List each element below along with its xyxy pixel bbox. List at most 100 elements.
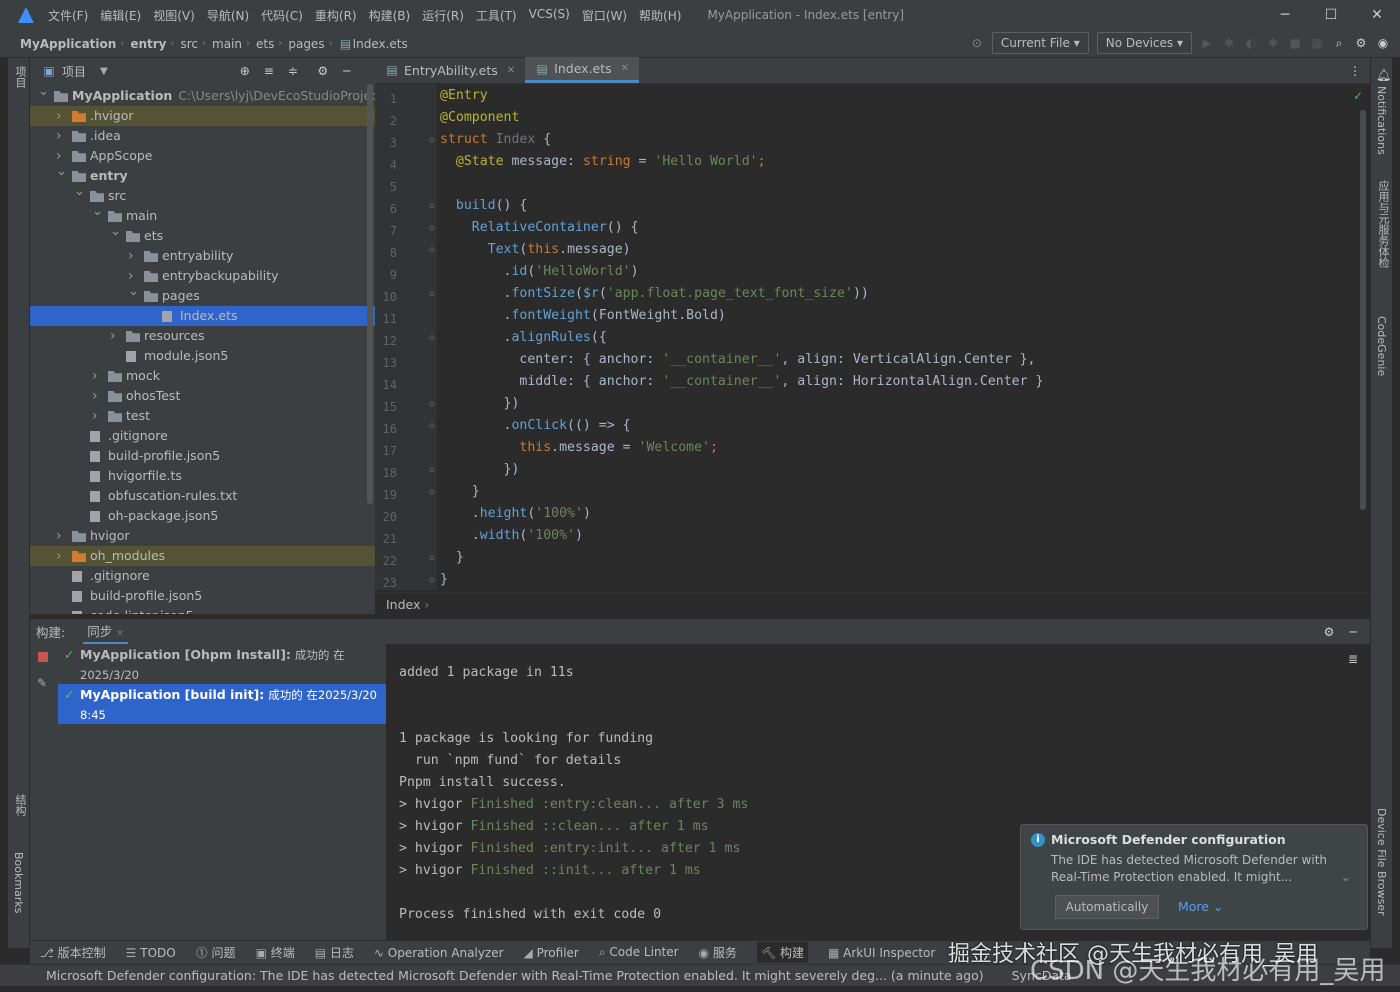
chevron-down-icon[interactable]: ⌄ bbox=[110, 222, 122, 242]
chevron-down-icon[interactable]: ⌄ bbox=[74, 182, 86, 202]
fold-icon[interactable]: ⌂ bbox=[429, 399, 435, 409]
fold-icon[interactable]: ⌂ bbox=[429, 289, 435, 299]
bottom-tab[interactable]: ◢ Profiler bbox=[524, 946, 579, 960]
breadcrumb-item[interactable]: ets bbox=[256, 37, 274, 51]
chevron-right-icon[interactable]: › bbox=[92, 406, 104, 426]
tab-index[interactable]: ▤ Index.ets ✕ bbox=[525, 57, 640, 83]
sync-tab[interactable]: 同步 ✕ bbox=[83, 619, 128, 644]
tree-row[interactable]: ⌄ MyApplication C:\Users\lyj\DevEcoStudioP… bbox=[30, 84, 375, 106]
account-icon[interactable]: ◉ bbox=[1376, 36, 1390, 50]
breadcrumb-item[interactable]: src bbox=[180, 37, 198, 51]
chevron-right-icon[interactable]: › bbox=[128, 246, 140, 266]
fold-icon[interactable]: ⌂ bbox=[429, 553, 435, 563]
run-icon[interactable]: ▶ bbox=[1200, 36, 1214, 50]
fold-icon[interactable]: ⌂ bbox=[429, 421, 435, 431]
soft-wrap-icon[interactable]: ≣ bbox=[1348, 652, 1358, 666]
tree-row[interactable]: › AppScope bbox=[30, 146, 375, 166]
stop-icon[interactable]: ■ bbox=[1288, 36, 1302, 50]
pin-icon[interactable]: ✎ bbox=[37, 676, 47, 690]
project-panel-title[interactable]: 项目 bbox=[62, 63, 86, 80]
app-check-tool-tab[interactable]: 应用与元服务体检 bbox=[1375, 180, 1391, 268]
device-file-browser-tool-tab[interactable]: Device File Browser bbox=[1375, 808, 1388, 916]
fold-icon[interactable]: ⌂ bbox=[429, 223, 435, 233]
tree-row[interactable]: oh-package.json5 bbox=[30, 506, 375, 526]
search-icon[interactable]: ⌕ bbox=[1332, 36, 1346, 50]
tab-entryability[interactable]: ▤ EntryAbility.ets ✕ bbox=[375, 57, 525, 83]
breadcrumb-item[interactable]: entry bbox=[130, 37, 166, 51]
menu-item[interactable]: 窗口(W) bbox=[582, 7, 627, 24]
settings-icon[interactable]: ⚙ bbox=[1354, 36, 1368, 50]
hide-panel-icon[interactable]: ─ bbox=[340, 64, 354, 78]
tree-row[interactable]: ⌄ src bbox=[30, 184, 375, 206]
fold-icon[interactable]: ⌂ bbox=[429, 575, 435, 585]
stop-build-icon[interactable] bbox=[38, 652, 48, 662]
more-button[interactable]: More ⌄ bbox=[1178, 899, 1223, 914]
locate-icon[interactable]: ⊕ bbox=[238, 64, 252, 78]
chevron-right-icon[interactable]: › bbox=[56, 106, 68, 126]
chevron-down-icon[interactable]: ⌄ bbox=[56, 162, 68, 182]
build-item[interactable]: ✓ MyApplication [Ohpm Install]: 成功的 在2025/… bbox=[58, 644, 386, 682]
menu-item[interactable]: 编辑(E) bbox=[100, 7, 141, 24]
tree-row[interactable]: ⌄ main bbox=[30, 204, 375, 226]
target-icon[interactable]: ⊙ bbox=[970, 36, 984, 50]
close-tab-icon[interactable]: ✕ bbox=[621, 63, 629, 74]
breadcrumb-item[interactable]: main bbox=[212, 37, 242, 51]
fold-icon[interactable]: ⌂ bbox=[429, 333, 435, 343]
chevron-right-icon[interactable]: › bbox=[92, 386, 104, 406]
menu-item[interactable]: 文件(F) bbox=[48, 7, 88, 24]
chevron-down-icon[interactable]: ⌄ bbox=[1341, 869, 1351, 884]
editor-scrollbar[interactable] bbox=[1360, 110, 1366, 510]
menu-item[interactable]: 运行(R) bbox=[422, 7, 464, 24]
collapse-all-icon[interactable]: ≑ bbox=[286, 64, 300, 78]
tree-row[interactable]: › .idea bbox=[30, 126, 375, 146]
fold-icon[interactable]: ⌂ bbox=[429, 201, 435, 211]
fold-icon[interactable]: ⌂ bbox=[429, 245, 435, 255]
bottom-tab[interactable]: ⌕ Code Linter bbox=[599, 945, 679, 960]
bottom-tab[interactable]: ⎇ 版本控制 bbox=[40, 944, 106, 961]
menu-item[interactable]: 导航(N) bbox=[207, 7, 249, 24]
build-tree[interactable]: ✓ MyApplication [Ohpm Install]: 成功的 在2025/… bbox=[58, 644, 386, 940]
menu-item[interactable]: 重构(R) bbox=[315, 7, 357, 24]
bottom-tab[interactable]: ∿ Operation Analyzer bbox=[374, 946, 504, 960]
debug-icon[interactable]: ✱ bbox=[1222, 36, 1236, 50]
chevron-down-icon[interactable]: ⌄ bbox=[128, 282, 140, 302]
device-dropdown[interactable]: No Devices ▾ bbox=[1096, 32, 1192, 54]
chevron-right-icon[interactable]: › bbox=[56, 126, 68, 146]
maximize-icon[interactable]: ☐ bbox=[1308, 0, 1354, 30]
tree-row[interactable]: build-profile.json5 bbox=[30, 446, 375, 466]
close-tab-icon[interactable]: ✕ bbox=[507, 65, 515, 76]
tree-row[interactable]: › hvigor bbox=[30, 526, 375, 546]
menu-item[interactable]: 构建(B) bbox=[369, 7, 411, 24]
tree-row[interactable]: › oh_modules bbox=[30, 546, 375, 566]
tree-scrollbar[interactable] bbox=[367, 84, 373, 504]
tree-row[interactable]: › entryability bbox=[30, 246, 375, 266]
tree-row[interactable]: ⌄ pages bbox=[30, 284, 375, 306]
fold-icon[interactable]: ⌂ bbox=[429, 135, 435, 145]
profile-icon[interactable]: ◐ bbox=[1244, 36, 1258, 50]
chevron-down-icon[interactable]: ▼ bbox=[100, 66, 108, 77]
bottom-tab[interactable]: ▤ 日志 bbox=[315, 944, 354, 961]
bottom-tab[interactable]: ☰ TODO bbox=[126, 946, 176, 960]
bottom-tab[interactable]: ⓵ 问题 bbox=[196, 944, 236, 961]
tree-row[interactable]: ⌄ ets bbox=[30, 224, 375, 246]
tree-row[interactable]: › entrybackupability bbox=[30, 266, 375, 286]
fold-icon[interactable]: ⌂ bbox=[429, 487, 435, 497]
tree-row[interactable]: .gitignore bbox=[30, 566, 375, 586]
codegenie-tool-tab[interactable]: CodeGenie bbox=[1375, 316, 1388, 376]
expand-all-icon[interactable]: ≡ bbox=[262, 64, 276, 78]
run-config-dropdown[interactable]: Current File ▾ bbox=[991, 32, 1089, 54]
tree-row[interactable]: › ohosTest bbox=[30, 386, 375, 406]
chevron-right-icon[interactable]: › bbox=[110, 326, 122, 346]
tree-row[interactable]: build-profile.json5 bbox=[30, 586, 375, 606]
device-manager-icon[interactable]: ▦ bbox=[1310, 36, 1324, 50]
tree-row[interactable]: Index.ets bbox=[30, 306, 375, 326]
tree-row[interactable]: › test bbox=[30, 406, 375, 426]
tree-row[interactable]: code-linter.json5 bbox=[30, 606, 375, 614]
bottom-tab[interactable]: 🔨︎ 构建 bbox=[756, 942, 808, 963]
code-editor[interactable]: ✓ @Entry @Component struct Index { @State … bbox=[437, 84, 1370, 590]
close-icon[interactable]: ✕ bbox=[1354, 0, 1400, 30]
menu-item[interactable]: 工具(T) bbox=[476, 7, 517, 24]
bookmarks-tool-tab[interactable]: Bookmarks bbox=[12, 852, 25, 913]
bottom-tab[interactable]: ▣ 终端 bbox=[256, 944, 295, 961]
notifications-tool-tab[interactable]: Notifications bbox=[1375, 86, 1388, 155]
